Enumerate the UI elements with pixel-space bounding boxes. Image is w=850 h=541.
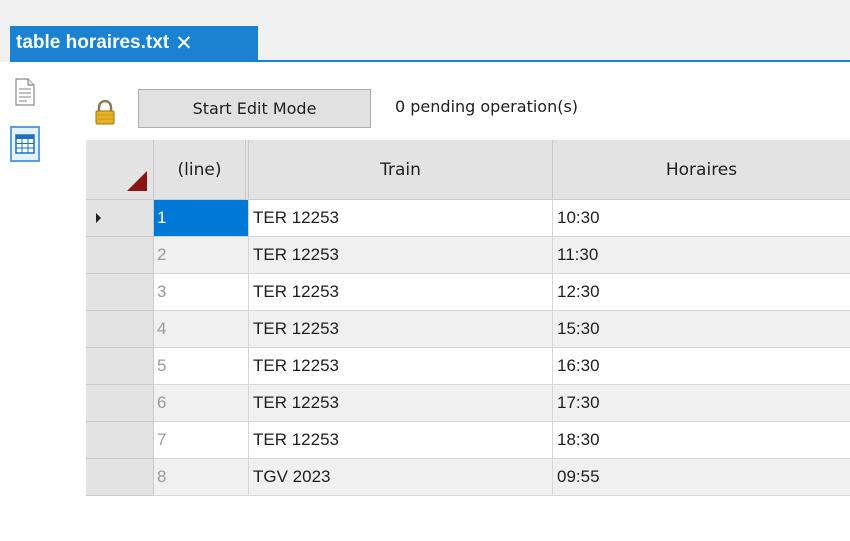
table-grid-icon <box>15 134 35 154</box>
corner-triangle-icon <box>127 171 147 191</box>
column-header-line[interactable]: (line) <box>154 140 249 200</box>
table-row[interactable]: 6 TER 12253 17:30 <box>86 385 850 422</box>
cell-train[interactable]: TER 12253 <box>249 274 553 311</box>
row-header[interactable] <box>86 422 154 459</box>
tab-strip: table horaires.txt ✕ <box>0 0 850 62</box>
close-icon[interactable]: ✕ <box>175 33 193 54</box>
cell-train[interactable]: TGV 2023 <box>249 459 553 496</box>
cell-train[interactable]: TER 12253 <box>249 200 553 237</box>
row-header[interactable] <box>86 237 154 274</box>
row-header[interactable] <box>86 348 154 385</box>
table-view-button[interactable] <box>10 126 40 162</box>
text-document-icon <box>15 78 35 106</box>
cell-horaires[interactable]: 15:30 <box>553 311 850 348</box>
table-row[interactable]: 2 TER 12253 11:30 <box>86 237 850 274</box>
cell-line[interactable]: 2 <box>154 237 249 274</box>
table-row[interactable]: 8 TGV 2023 09:55 <box>86 459 850 496</box>
cell-line[interactable]: 7 <box>154 422 249 459</box>
tab-table-horaires[interactable]: table horaires.txt ✕ <box>10 26 258 60</box>
row-header[interactable] <box>86 274 154 311</box>
cell-horaires[interactable]: 10:30 <box>553 200 850 237</box>
cell-horaires[interactable]: 17:30 <box>553 385 850 422</box>
row-header[interactable] <box>86 200 154 237</box>
cell-line[interactable]: 5 <box>154 348 249 385</box>
cell-train[interactable]: TER 12253 <box>249 348 553 385</box>
cell-line[interactable]: 6 <box>154 385 249 422</box>
cell-horaires[interactable]: 18:30 <box>553 422 850 459</box>
table-row[interactable]: 4 TER 12253 15:30 <box>86 311 850 348</box>
cell-train[interactable]: TER 12253 <box>249 422 553 459</box>
data-grid: (line) Train Horaires 1 TER 12253 10:30 … <box>86 140 850 541</box>
cell-line[interactable]: 3 <box>154 274 249 311</box>
select-all-corner[interactable] <box>86 140 154 200</box>
tab-title: table horaires.txt <box>16 32 170 53</box>
lock-icon <box>95 100 115 125</box>
cell-horaires[interactable]: 12:30 <box>553 274 850 311</box>
table-row[interactable]: 5 TER 12253 16:30 <box>86 348 850 385</box>
cell-train[interactable]: TER 12253 <box>249 311 553 348</box>
table-row[interactable]: 7 TER 12253 18:30 <box>86 422 850 459</box>
current-row-indicator-icon <box>96 213 101 223</box>
cell-train[interactable]: TER 12253 <box>249 237 553 274</box>
view-switcher <box>0 62 86 541</box>
cell-horaires[interactable]: 11:30 <box>553 237 850 274</box>
start-edit-mode-button[interactable]: Start Edit Mode <box>138 89 371 128</box>
table-row[interactable]: 1 TER 12253 10:30 <box>86 200 850 237</box>
cell-horaires[interactable]: 16:30 <box>553 348 850 385</box>
column-header-horaires[interactable]: Horaires <box>553 140 850 200</box>
cell-train[interactable]: TER 12253 <box>249 385 553 422</box>
tab-underline <box>10 60 850 62</box>
cell-line[interactable]: 8 <box>154 459 249 496</box>
cell-horaires[interactable]: 09:55 <box>553 459 850 496</box>
row-header[interactable] <box>86 459 154 496</box>
column-header-train[interactable]: Train <box>249 140 553 200</box>
text-view-button[interactable] <box>10 74 40 110</box>
cell-line[interactable]: 4 <box>154 311 249 348</box>
row-header[interactable] <box>86 385 154 422</box>
row-header[interactable] <box>86 311 154 348</box>
pending-operations-status: 0 pending operation(s) <box>395 97 579 116</box>
table-row[interactable]: 3 TER 12253 12:30 <box>86 274 850 311</box>
cell-line[interactable]: 1 <box>154 200 249 237</box>
